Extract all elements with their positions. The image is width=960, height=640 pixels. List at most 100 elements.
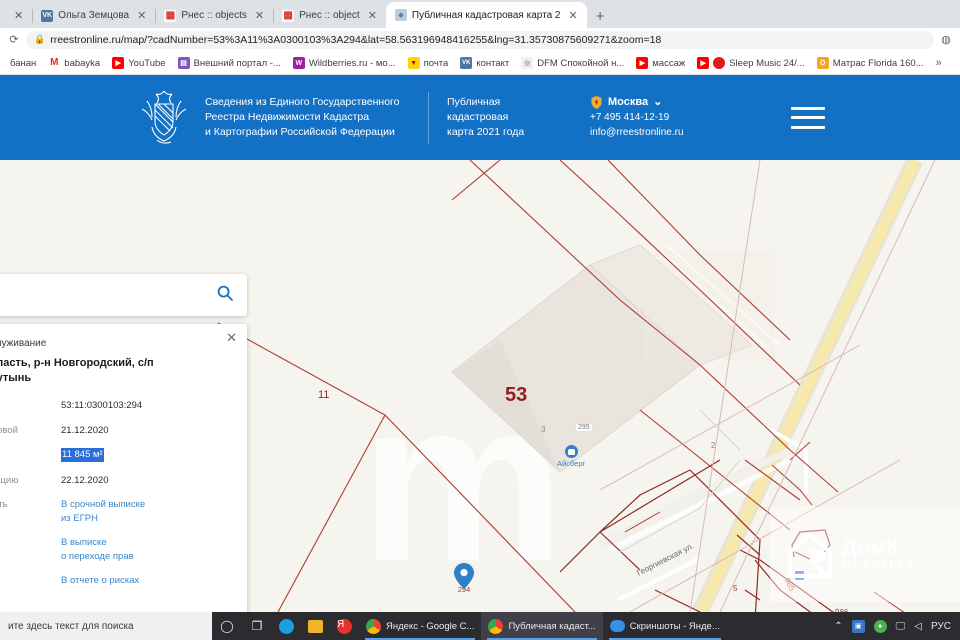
bookmark-dfm[interactable]: ◎ DFM Спокойной н... bbox=[515, 57, 630, 69]
bookmark-massage[interactable]: ▶ массаж bbox=[630, 57, 691, 69]
taskbar-app-explorer[interactable] bbox=[301, 612, 330, 640]
yandex-icon: Я bbox=[337, 618, 352, 634]
row-key: ая стоимость bbox=[0, 499, 8, 510]
row-value-link[interactable]: В выписке о переходе прав bbox=[61, 536, 134, 563]
tab-close-icon[interactable]: ✕ bbox=[252, 9, 267, 22]
tab-title: Публичная кадастровая карта 2 bbox=[411, 9, 561, 21]
info-row-area: 11 845 м² bbox=[0, 448, 233, 462]
row-key: ый номер bbox=[0, 399, 61, 413]
tab-close-icon[interactable]: ✕ bbox=[11, 9, 26, 22]
browser-tab-0[interactable]: ✕ bbox=[2, 3, 32, 28]
taskbar-search-box[interactable]: ите здесь текст для поиска bbox=[0, 612, 212, 640]
windows-taskbar: ите здесь текст для поиска ◯ ❐ Я Яндекс … bbox=[0, 612, 960, 640]
city-label: Москва bbox=[608, 96, 649, 108]
site-header: Сведения из Единого Государственного Рее… bbox=[0, 75, 960, 160]
address-bar-url: rreestronline.ru/map/?cadNumber=53%3A11%… bbox=[50, 33, 662, 46]
site-subtitle-line-1: Публичная bbox=[447, 96, 501, 108]
bookmarks-overflow-button[interactable]: » bbox=[930, 57, 948, 69]
bookmark-portal[interactable]: ▤ Внешний портал -... bbox=[172, 57, 287, 69]
parcel-label: 11 bbox=[318, 389, 330, 401]
taskbar-app-screenshots[interactable]: Скриншоты - Янде... bbox=[603, 612, 727, 640]
omnibox-actions: ◍ bbox=[940, 33, 952, 46]
bookmark-matras[interactable]: O Матрас Florida 160... bbox=[811, 57, 930, 69]
mail-icon: ▼ bbox=[407, 57, 420, 69]
youtube-icon: ▶ bbox=[636, 57, 649, 69]
tab-close-icon[interactable]: ✕ bbox=[134, 9, 149, 22]
task-view-icon[interactable]: ❐ bbox=[242, 612, 272, 640]
taskbar-app-label: Скриншоты - Янде... bbox=[629, 620, 720, 632]
header-contacts: Москва ⌄ +7 495 414-12-19 info@rreestron… bbox=[590, 95, 684, 140]
burger-line bbox=[791, 116, 825, 119]
pvec-icon: ▦ bbox=[282, 9, 295, 22]
address-line-1: дская область, р-н Новгородский, с/п bbox=[0, 357, 154, 369]
taskbar-app-label: Публичная кадаст... bbox=[508, 620, 596, 632]
bookmark-label: Wildberries.ru - мо... bbox=[308, 57, 396, 69]
bookmark-wildberries[interactable]: W Wildberries.ru - мо... bbox=[287, 57, 402, 69]
info-row-valuation-date: ие кадастровой 21.12.2020 bbox=[0, 424, 233, 438]
bookmark-label: babayka bbox=[64, 57, 101, 69]
bookmark-label: Sleep Music 24/... bbox=[729, 57, 805, 69]
bookmark-pochta[interactable]: ▼ почта bbox=[402, 57, 455, 69]
site-title-line-1: Сведения из Единого Государственного bbox=[205, 96, 400, 108]
network-icon[interactable]: 🖵 bbox=[896, 621, 906, 632]
omnibox-row: ⟳ 🔒 rreestronline.ru/map/?cadNumber=53%3… bbox=[0, 28, 960, 52]
hamburger-menu-icon[interactable] bbox=[791, 106, 825, 129]
bookmark-sleepmusic[interactable]: ▶ Sleep Music 24/... bbox=[691, 57, 811, 69]
bookmark-banan[interactable]: банан bbox=[4, 58, 42, 69]
reload-icon[interactable]: ⟳ bbox=[8, 33, 20, 46]
header-email[interactable]: info@rreestronline.ru bbox=[590, 125, 684, 140]
marker-label: 294 bbox=[457, 585, 471, 594]
close-icon[interactable]: ✕ bbox=[226, 330, 237, 346]
row-value-link[interactable]: В срочной выписке из ЕГРН bbox=[61, 498, 145, 525]
parcel-label: 5 bbox=[733, 584, 738, 593]
browser-tab-vk[interactable]: VK Ольга Земцова ✕ bbox=[32, 3, 155, 28]
address-bar[interactable]: 🔒 rreestronline.ru/map/?cadNumber=53%3A1… bbox=[26, 30, 934, 49]
info-row-cadastral-value: ая стоимость В срочной выписке из ЕГРН bbox=[0, 498, 233, 525]
cortana-circle-icon[interactable]: ◯ bbox=[212, 612, 242, 640]
system-tray: ⌃ ▣ ● 🖵 ◁ РУС bbox=[834, 619, 960, 633]
profile-icon[interactable]: ◍ bbox=[940, 33, 952, 46]
chrome-icon bbox=[366, 618, 381, 634]
volume-icon[interactable]: ◁ bbox=[914, 621, 922, 632]
taskbar-app-label: Яндекс - Google C... bbox=[386, 620, 475, 632]
browser-tab-object[interactable]: ▦ Рнес :: object ✕ bbox=[273, 3, 386, 28]
row-value: 22.12.2020 bbox=[61, 474, 109, 486]
search-icon[interactable] bbox=[217, 285, 233, 306]
youtube-icon: ▶ bbox=[112, 57, 125, 69]
chevron-up-icon[interactable]: ⌃ bbox=[834, 621, 842, 632]
bookmark-youtube[interactable]: ▶ YouTube bbox=[106, 57, 171, 69]
new-tab-button[interactable]: + bbox=[587, 9, 614, 28]
bookmark-label: YouTube bbox=[128, 57, 166, 69]
info-row-cadastral-number: ый номер 53:11:0300103:294 bbox=[0, 399, 233, 413]
city-selector[interactable]: Москва ⌄ bbox=[590, 95, 684, 110]
poi-aysberg[interactable]: Айсберг bbox=[557, 445, 585, 468]
yandexdisk-icon bbox=[609, 620, 625, 632]
wildberries-icon: W bbox=[292, 57, 305, 69]
taskbar-app-chrome-yandex[interactable]: Яндекс - Google C... bbox=[359, 612, 481, 640]
taskbar-app-yandex[interactable]: Я bbox=[330, 612, 359, 640]
row-value-link[interactable]: В отчете о рисках bbox=[61, 574, 139, 588]
bookmark-babayka[interactable]: M babayka bbox=[42, 57, 106, 69]
cadastral-search-card[interactable] bbox=[0, 274, 247, 316]
lock-icon: 🔒 bbox=[34, 34, 46, 44]
search-input[interactable] bbox=[0, 288, 217, 302]
tab-close-icon[interactable]: ✕ bbox=[365, 9, 380, 22]
info-row-owners-history: ики В выписке о переходе прав bbox=[0, 536, 233, 563]
browser-tab-cadastral-map[interactable]: ◈ Публичная кадастровая карта 2 ✕ bbox=[385, 2, 587, 28]
map-pin-icon[interactable]: 294 bbox=[454, 563, 474, 594]
chevron-down-icon[interactable]: ⌄ bbox=[653, 95, 662, 110]
bookmark-kontakt[interactable]: VK контакт bbox=[454, 57, 515, 69]
taskbar-app-edge[interactable] bbox=[272, 612, 301, 640]
bookmarks-bar: банан M babayka ▶ YouTube ▤ Внешний порт… bbox=[0, 52, 960, 75]
screenshot-icon[interactable]: ▣ bbox=[851, 619, 865, 633]
header-divider bbox=[428, 91, 429, 144]
domclick-watermark: ДомК ОТ СБЕРБА bbox=[770, 507, 960, 602]
antivirus-icon[interactable]: ● bbox=[873, 619, 887, 633]
row-key: ики bbox=[0, 536, 61, 563]
bookmark-label: контакт bbox=[476, 57, 510, 69]
browser-tab-objects[interactable]: ▦ Рнес :: objects ✕ bbox=[155, 3, 273, 28]
header-phone[interactable]: +7 495 414-12-19 bbox=[590, 110, 684, 125]
language-indicator[interactable]: РУС bbox=[931, 621, 951, 632]
taskbar-app-chrome-cadastral[interactable]: Публичная кадаст... bbox=[481, 612, 603, 640]
tab-close-icon[interactable]: ✕ bbox=[565, 9, 580, 22]
